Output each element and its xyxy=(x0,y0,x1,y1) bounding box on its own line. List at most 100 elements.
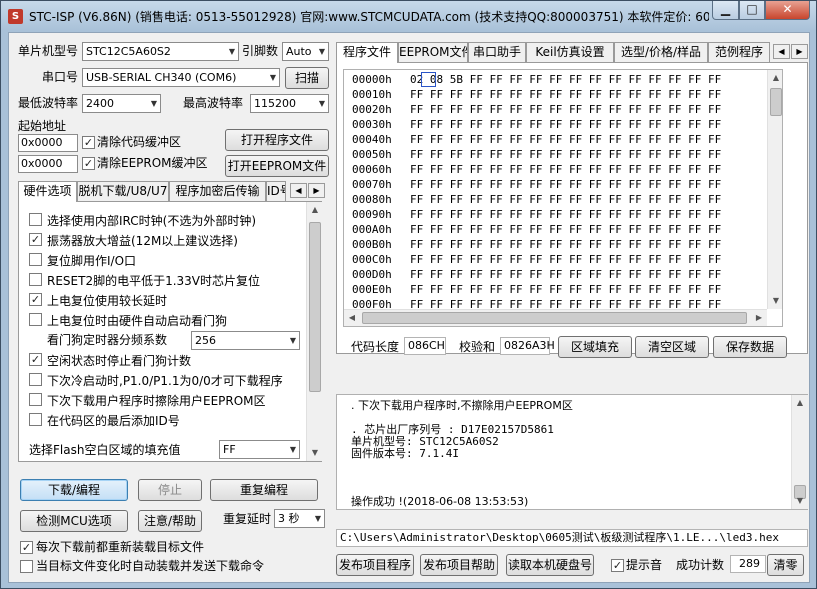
option-erase-eeprom-checkbox[interactable] xyxy=(29,393,42,406)
scroll-left-arrow-icon[interactable]: ◀ xyxy=(344,310,360,326)
main-tab-scroll-right-button[interactable]: ▶ xyxy=(791,44,808,59)
stop-button[interactable]: 停止 xyxy=(138,479,202,501)
max-baud-select[interactable]: 115200 ▼ xyxy=(250,94,329,113)
fill-region-button[interactable]: 区域填充 xyxy=(558,336,632,358)
download-program-button[interactable]: 下载/编程 xyxy=(20,479,128,501)
tab-encrypted-transfer[interactable]: 程序加密后传输 xyxy=(169,181,266,201)
tab-eeprom-file[interactable]: EEPROM文件 xyxy=(398,42,468,62)
scroll-up-arrow-icon[interactable]: ▲ xyxy=(768,70,782,86)
tab-serial-assistant[interactable]: 串口助手 xyxy=(468,42,526,62)
options-scrollbar[interactable]: ▲ ▼ xyxy=(306,202,323,461)
scroll-down-arrow-icon[interactable]: ▼ xyxy=(307,445,323,461)
save-data-button[interactable]: 保存数据 xyxy=(713,336,787,358)
com-port-select[interactable]: USB-SERIAL CH340 (COM6) ▼ xyxy=(82,68,280,87)
tab-examples[interactable]: 范例程序 xyxy=(708,42,770,62)
scroll-up-arrow-icon[interactable]: ▲ xyxy=(792,395,808,411)
mcu-type-select[interactable]: STC12C5A60S2 ▼ xyxy=(82,42,239,61)
open-program-file-button[interactable]: 打开程序文件 xyxy=(225,129,329,151)
option-idle-stop-wdt-checkbox[interactable]: ✓ xyxy=(29,353,42,366)
scan-button[interactable]: 扫描 xyxy=(285,67,329,89)
log-output[interactable]: . 下次下载用户程序时,不擦除用户EEPROM区 . 芯片出厂序列号 : D17… xyxy=(336,394,808,510)
title-bar[interactable]: S STC-ISP (V6.86N) (销售电话: 0513-55012928)… xyxy=(1,1,816,31)
hex-hscroll-thumb[interactable] xyxy=(362,312,747,324)
read-disk-id-button[interactable]: 读取本机硬盘号 xyxy=(506,554,594,576)
flash-fill-select[interactable]: FF ▼ xyxy=(219,440,300,459)
option-internal-irc-checkbox[interactable] xyxy=(29,213,42,226)
minimize-button[interactable]: ▁ xyxy=(712,1,739,20)
hex-vscroll-thumb[interactable] xyxy=(770,88,782,116)
detect-mcu-options-button[interactable]: 检测MCU选项 xyxy=(20,510,128,532)
hex-row-bytes[interactable]: FF FF FF FF FF FF FF FF FF FF FF FF FF F… xyxy=(410,282,721,297)
hex-row-bytes[interactable]: FF FF FF FF FF FF FF FF FF FF FF FF FF F… xyxy=(410,162,721,177)
scroll-down-arrow-icon[interactable]: ▼ xyxy=(768,293,782,309)
tab-selection-price[interactable]: 选型/价格/样品 xyxy=(614,42,708,62)
option-long-power-delay[interactable]: ✓ 上电复位使用较长延时 xyxy=(29,290,299,310)
tab-keil-debug[interactable]: Keil仿真设置 xyxy=(526,42,614,62)
option-osc-gain-checkbox[interactable]: ✓ xyxy=(29,233,42,246)
pin-count-select[interactable]: Auto ▼ xyxy=(282,42,329,61)
option-long-power-delay-checkbox[interactable]: ✓ xyxy=(29,293,42,306)
hex-view[interactable]: 00000h 02 08 5B FF FF FF FF FF FF FF FF F… xyxy=(343,69,783,327)
hex-hscrollbar[interactable]: ◀ ▶ xyxy=(344,309,767,326)
hex-row-bytes[interactable]: FF FF FF FF FF FF FF FF FF FF FF FF FF F… xyxy=(410,252,721,267)
hex-row-bytes[interactable]: FF FF FF FF FF FF FF FF FF FF FF FF FF F… xyxy=(410,102,721,117)
hex-row-bytes[interactable]: FF FF FF FF FF FF FF FF FF FF FF FF FF F… xyxy=(410,192,721,207)
open-eeprom-file-button[interactable]: 打开EEPROM文件 xyxy=(225,155,329,177)
option-hw-watchdog[interactable]: 上电复位时由硬件自动启动看门狗 xyxy=(29,310,299,330)
hex-row-bytes[interactable]: FF FF FF FF FF FF FF FF FF FF FF FF FF F… xyxy=(410,222,721,237)
scroll-up-arrow-icon[interactable]: ▲ xyxy=(307,202,323,218)
main-tab-scroll-left-button[interactable]: ◀ xyxy=(773,44,790,59)
eeprom-start-addr-input[interactable]: 0x0000 xyxy=(18,155,78,173)
clear-count-button[interactable]: 清零 xyxy=(767,554,804,576)
publish-program-button[interactable]: 发布项目程序 xyxy=(336,554,414,576)
option-reset2-low[interactable]: RESET2脚的电平低于1.33V时芯片复位 xyxy=(29,270,299,290)
maximize-button[interactable]: □ xyxy=(739,1,765,20)
hex-vscrollbar[interactable]: ▲ ▼ xyxy=(767,70,782,309)
option-hw-watchdog-checkbox[interactable] xyxy=(29,313,42,326)
option-reset2-low-checkbox[interactable] xyxy=(29,273,42,286)
option-internal-irc[interactable]: 选择使用内部IRC时钟(不选为外部时钟) xyxy=(29,210,299,230)
option-append-id[interactable]: 在代码区的最后添加ID号 xyxy=(29,410,299,430)
watchdog-div-select[interactable]: 256 ▼ xyxy=(191,331,300,350)
hex-row-bytes[interactable]: FF FF FF FF FF FF FF FF FF FF FF FF FF F… xyxy=(410,132,721,147)
tab-id-number[interactable]: ID号 xyxy=(266,181,286,201)
tab-program-file[interactable]: 程序文件 xyxy=(336,42,398,63)
min-baud-select[interactable]: 2400 ▼ xyxy=(82,94,161,113)
scroll-down-arrow-icon[interactable]: ▼ xyxy=(792,493,808,509)
option-reset-as-io-checkbox[interactable] xyxy=(29,253,42,266)
hex-row-bytes[interactable]: FF FF FF FF FF FF FF FF FF FF FF FF FF F… xyxy=(410,147,721,162)
options-scroll-thumb[interactable] xyxy=(309,222,321,392)
option-idle-stop-wdt[interactable]: ✓ 空闲状态时停止看门狗计数 xyxy=(29,350,299,370)
reprogram-button[interactable]: 重复编程 xyxy=(210,479,318,501)
hex-row-bytes[interactable]: FF FF FF FF FF FF FF FF FF FF FF FF FF F… xyxy=(410,117,721,132)
option-erase-eeprom[interactable]: 下次下载用户程序时擦除用户EEPROM区 xyxy=(29,390,299,410)
clear-region-button[interactable]: 清空区域 xyxy=(635,336,709,358)
option-append-id-checkbox[interactable] xyxy=(29,413,42,426)
log-vscrollbar[interactable]: ▲ ▼ xyxy=(791,395,808,509)
hex-row-bytes[interactable]: FF FF FF FF FF FF FF FF FF FF FF FF FF F… xyxy=(410,177,721,192)
clear-code-checkbox[interactable]: ✓ xyxy=(82,136,95,149)
hex-row-bytes[interactable]: FF FF FF FF FF FF FF FF FF FF FF FF FF F… xyxy=(410,207,721,222)
option-reset-as-io[interactable]: 复位脚用作I/O口 xyxy=(29,250,299,270)
hex-row-bytes[interactable]: FF FF FF FF FF FF FF FF FF FF FF FF FF F… xyxy=(410,237,721,252)
option-osc-gain[interactable]: ✓ 振荡器放大增益(12M以上建议选择) xyxy=(29,230,299,250)
reload-before-download-checkbox[interactable]: ✓ xyxy=(20,541,33,554)
option-p1-cold-start[interactable]: 下次冷启动时,P1.0/P1.1为0/0才可下载程序 xyxy=(29,370,299,390)
repeat-delay-select[interactable]: 3 秒 ▼ xyxy=(274,509,325,528)
hex-row-bytes[interactable]: FF FF FF FF FF FF FF FF FF FF FF FF FF F… xyxy=(410,87,721,102)
tab-scroll-left-button[interactable]: ◀ xyxy=(290,183,307,198)
tab-offline-download[interactable]: 脱机下载/U8/U7 xyxy=(77,181,169,201)
hex-row-bytes[interactable]: FF FF FF FF FF FF FF FF FF FF FF FF FF F… xyxy=(410,267,721,282)
option-p1-cold-start-checkbox[interactable] xyxy=(29,373,42,386)
hex-row-bytes[interactable]: 02 08 5B FF FF FF FF FF FF FF FF FF FF F… xyxy=(410,72,721,87)
tab-hardware-options[interactable]: 硬件选项 xyxy=(18,181,77,202)
help-button[interactable]: 注意/帮助 xyxy=(138,510,202,532)
clear-eeprom-checkbox[interactable]: ✓ xyxy=(82,157,95,170)
tab-scroll-right-button[interactable]: ▶ xyxy=(308,183,325,198)
scroll-right-arrow-icon[interactable]: ▶ xyxy=(751,310,767,326)
publish-help-button[interactable]: 发布项目帮助 xyxy=(420,554,498,576)
close-button[interactable]: ✕ xyxy=(765,1,810,20)
beep-checkbox[interactable]: ✓ xyxy=(611,559,624,572)
auto-load-checkbox[interactable] xyxy=(20,560,33,573)
code-start-addr-input[interactable]: 0x0000 xyxy=(18,134,78,152)
